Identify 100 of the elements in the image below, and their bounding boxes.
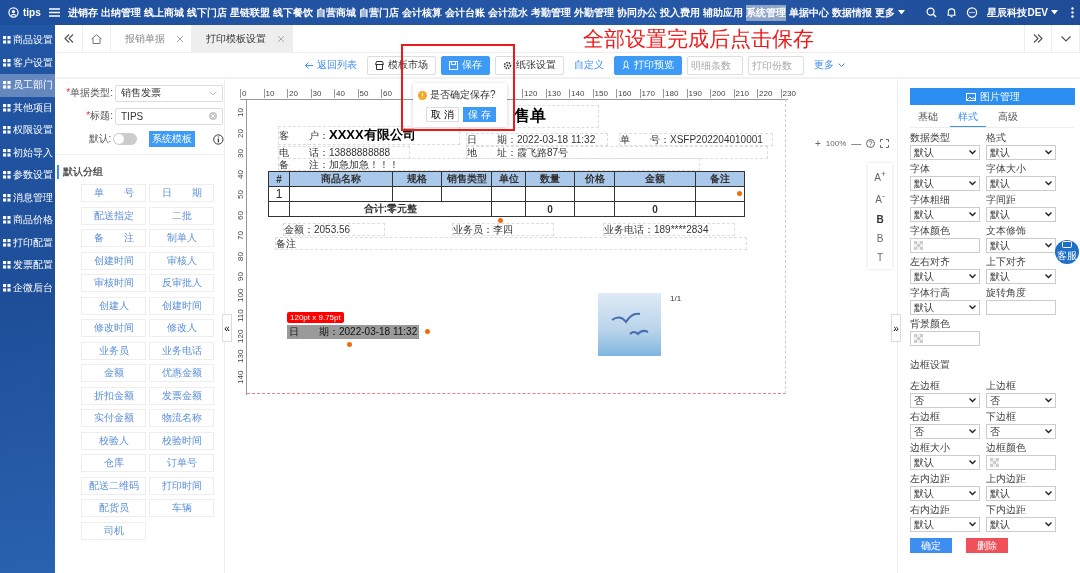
- toolbar-button[interactable]: 纸张设置: [495, 55, 564, 75]
- more-menu[interactable]: 更多: [814, 58, 845, 72]
- select-field[interactable]: 默认: [986, 176, 1056, 191]
- sidebar-item[interactable]: 参数设置: [0, 164, 55, 187]
- nav-menu-item[interactable]: 线下门店: [186, 4, 227, 21]
- color-picker[interactable]: [986, 455, 1056, 470]
- help-icon[interactable]: [866, 139, 876, 148]
- template-title[interactable]: 售单: [513, 105, 599, 128]
- field-button[interactable]: 创建时间: [149, 296, 214, 315]
- field-button[interactable]: 审核时间: [81, 274, 146, 292]
- sidebar-item[interactable]: 企微后台: [0, 276, 55, 299]
- template-field[interactable]: 日 期：2022-03-18 11:32: [466, 133, 608, 146]
- cancel-button[interactable]: 取 消: [426, 107, 459, 122]
- text-tool-button[interactable]: T: [876, 251, 884, 263]
- field-button[interactable]: 车辆: [149, 499, 214, 517]
- select-field[interactable]: 默认: [910, 269, 980, 284]
- field-button[interactable]: 修改时间: [81, 319, 146, 337]
- panel-tab[interactable]: 样式: [950, 108, 986, 127]
- template-field[interactable]: 业务员：李四: [452, 223, 554, 236]
- sidebar-item[interactable]: 发票配置: [0, 254, 55, 277]
- resize-handle[interactable]: [425, 329, 430, 334]
- select-field[interactable]: 否: [986, 424, 1056, 439]
- template-field[interactable]: 地 址：霞飞路87号: [466, 146, 768, 159]
- field-button[interactable]: 配货员: [81, 499, 146, 517]
- select-field[interactable]: 默认: [910, 145, 980, 160]
- template-field[interactable]: 电 话：13888888888: [278, 146, 410, 159]
- nav-menu-item[interactable]: 辅助应用: [702, 4, 743, 21]
- field-button[interactable]: 物流名称: [149, 409, 214, 427]
- field-button[interactable]: 发票金额: [149, 386, 214, 405]
- field-button[interactable]: 优惠金额: [149, 364, 214, 382]
- photo-placeholder[interactable]: [598, 293, 661, 356]
- field-button[interactable]: 制单人: [149, 229, 214, 247]
- menu-icon[interactable]: [48, 8, 60, 17]
- select-field[interactable]: 默认: [986, 517, 1056, 532]
- nav-menu-item[interactable]: 考勤管理: [530, 4, 571, 21]
- nav-menu-item[interactable]: 单据中心: [788, 4, 829, 21]
- default-toggle[interactable]: [113, 133, 138, 145]
- field-button[interactable]: 修改人: [149, 319, 214, 337]
- field-button[interactable]: 备 注: [81, 229, 146, 247]
- text-tool-button[interactable]: A$^{-}$: [875, 191, 885, 206]
- chat-icon[interactable]: [966, 6, 979, 19]
- nav-menu-item[interactable]: 自营商城: [315, 4, 356, 21]
- nav-menu-item[interactable]: 会计核算: [401, 4, 442, 21]
- close-icon[interactable]: [177, 35, 183, 42]
- field-button[interactable]: 司机: [81, 521, 146, 540]
- nav-menu-item[interactable]: 进销存: [67, 4, 98, 21]
- title-input[interactable]: TIPS: [115, 107, 223, 125]
- selected-template-field[interactable]: 日 期：2022-03-18 11:32: [287, 325, 420, 339]
- nav-menu-item[interactable]: 星链联盟: [229, 4, 270, 21]
- close-icon[interactable]: [278, 35, 284, 42]
- field-button[interactable]: 二批: [149, 206, 214, 225]
- panel-tab[interactable]: 基础: [910, 108, 946, 127]
- text-tool-button[interactable]: B: [876, 213, 884, 225]
- nav-menu-item[interactable]: 出纳管理: [100, 4, 141, 21]
- select-field[interactable]: 否: [910, 393, 980, 408]
- select-field[interactable]: 默认: [910, 207, 980, 222]
- nav-menu-item[interactable]: 线下餐饮: [272, 4, 313, 21]
- user-menu[interactable]: 星辰科技DEV: [987, 5, 1058, 20]
- select-field[interactable]: 默认: [986, 207, 1056, 222]
- nav-menu-item[interactable]: 协同办公: [616, 4, 657, 21]
- nav-menu-item[interactable]: 会计台账: [444, 4, 485, 21]
- select-field[interactable]: 默认: [986, 238, 1056, 253]
- delete-button[interactable]: 删除: [966, 538, 1008, 553]
- field-button[interactable]: 创建人: [81, 296, 146, 315]
- field-button[interactable]: 配送二维码: [81, 476, 146, 495]
- select-field[interactable]: 默认: [910, 300, 980, 315]
- toolbar-link[interactable]: 返回列表: [305, 58, 357, 72]
- number-input[interactable]: 打印份数: [748, 55, 804, 75]
- select-field[interactable]: 默认: [986, 486, 1056, 501]
- sidebar-item[interactable]: 其他项目: [0, 96, 55, 119]
- template-field[interactable]: 备注: [275, 237, 747, 250]
- panel-tab[interactable]: 高级: [990, 108, 1026, 127]
- resize-handle[interactable]: [737, 191, 742, 196]
- resize-handle[interactable]: [347, 342, 352, 347]
- field-button[interactable]: 折扣金额: [81, 386, 146, 405]
- toolbar-link[interactable]: 自定义: [574, 58, 604, 72]
- sidebar-item[interactable]: 初始导入: [0, 141, 55, 164]
- field-button[interactable]: 创建时间: [81, 251, 146, 270]
- nav-menu-item[interactable]: 自营门店: [358, 4, 399, 21]
- document-type-select[interactable]: 销售发票: [115, 84, 223, 102]
- field-button[interactable]: 订单号: [149, 454, 214, 472]
- field-button[interactable]: 业务电话: [149, 341, 214, 360]
- text-tool-button[interactable]: A$^{+}$: [874, 169, 886, 184]
- template-field[interactable]: 金额：2053.56: [283, 223, 385, 236]
- field-button[interactable]: 配送指定: [81, 206, 146, 225]
- select-field[interactable]: 默认: [910, 455, 980, 470]
- select-field[interactable]: 默认: [910, 486, 980, 501]
- template-field[interactable]: 单 号：XSFP202204010001: [619, 133, 773, 146]
- bell-icon[interactable]: [946, 7, 958, 18]
- logo[interactable]: tips: [8, 7, 41, 18]
- search-icon[interactable]: [926, 7, 938, 18]
- input-field[interactable]: [986, 300, 1056, 315]
- field-button[interactable]: 实付金额: [81, 409, 146, 427]
- field-button[interactable]: 审核人: [149, 251, 214, 270]
- clear-icon[interactable]: [209, 112, 217, 120]
- nav-menu-item[interactable]: 数据情报: [831, 4, 872, 21]
- select-field[interactable]: 否: [986, 393, 1056, 408]
- more-menu[interactable]: 更多: [874, 4, 905, 21]
- nav-menu-item[interactable]: 会计流水: [487, 4, 528, 21]
- items-table[interactable]: # 商品名称 规格 销售类型 单位 数量 价格 金额 备注 1 合计:零元整 0 0: [268, 171, 745, 217]
